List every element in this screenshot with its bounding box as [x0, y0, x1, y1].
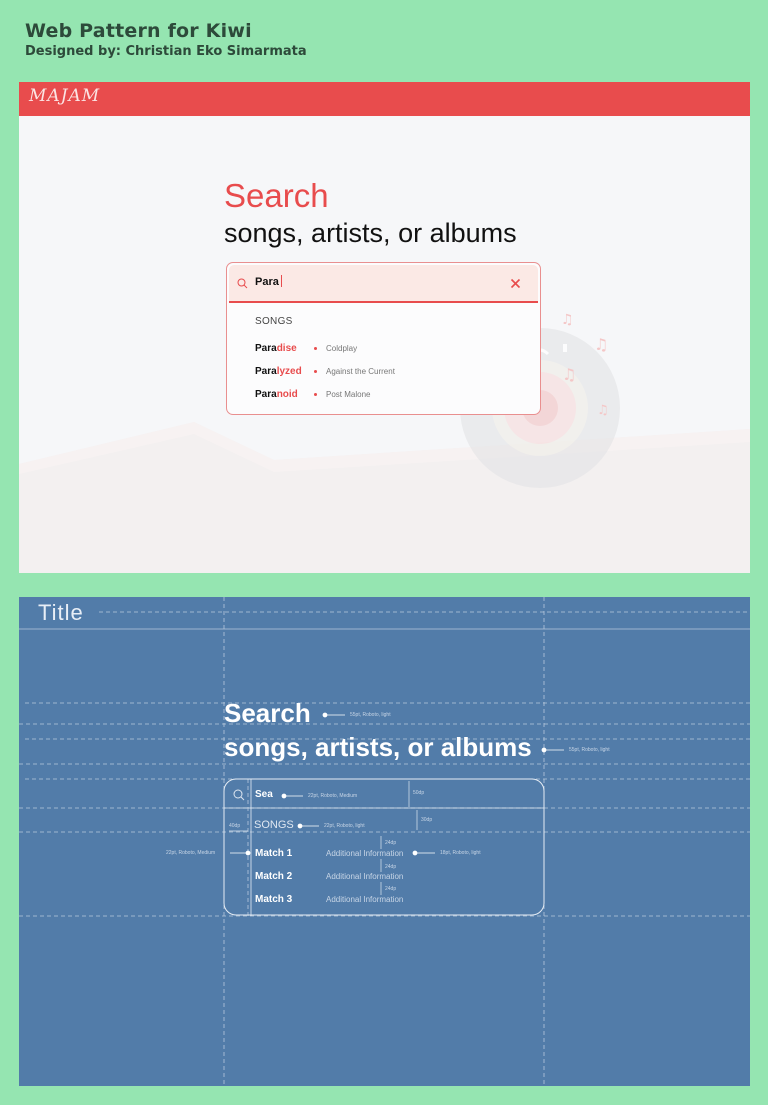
search-icon [233, 789, 245, 801]
search-input[interactable]: Para [255, 275, 282, 288]
songs-section-header: SONGS [255, 316, 293, 327]
separator-dot [314, 370, 317, 373]
annotation-row-gap-3: 24dp [385, 886, 397, 892]
artist-name: Coldplay [326, 344, 358, 353]
annotation-section-spec: 22pt, Roboto, light [324, 823, 365, 829]
text-caret [280, 275, 282, 287]
close-icon[interactable] [510, 276, 521, 294]
separator-dot [314, 347, 317, 350]
annotation-row-gap-1: 24dp [385, 840, 397, 846]
search-field[interactable]: Para [229, 265, 538, 303]
blueprint-search-value: Sea [255, 789, 273, 800]
blueprint-info-1: Additional Information [326, 849, 404, 858]
annotation-row-gap-2: 24dp [385, 864, 397, 870]
annotation-left-margin: 40dp [229, 823, 241, 829]
search-subheading: songs, artists, or albums [224, 218, 517, 248]
blueprint-section-header: SONGS [254, 819, 294, 831]
annotation-subtitle-spec: 55pt, Roboto, light [569, 747, 610, 753]
svg-text:♫: ♫ [594, 335, 608, 354]
svg-text:♫: ♫ [562, 365, 576, 384]
list-item[interactable]: Paradise Coldplay [255, 343, 357, 357]
layout-blueprint: Title Search songs, artists, or albums S… [19, 597, 750, 1086]
blueprint-info-2: Additional Information [326, 872, 404, 881]
search-dropdown-panel: Para SONGS Paradise Coldplay Paralyzed A… [226, 262, 541, 415]
blueprint-match-3: Match 3 [255, 894, 293, 905]
blueprint-title: Title [38, 600, 84, 625]
search-mockup: ♫ ♫ ♫ ♫ MAJAM Search songs, artists, or … [19, 82, 750, 573]
search-heading: Search [224, 177, 329, 214]
list-item[interactable]: Paralyzed Against the Current [255, 366, 395, 380]
song-title: Paradise [255, 343, 297, 354]
blueprint-info-3: Additional Information [326, 895, 404, 904]
annotation-title-spec: 55pt, Roboto, light [350, 712, 391, 718]
artist-name: Against the Current [326, 367, 395, 376]
search-icon [237, 276, 248, 294]
page-title: Web Pattern for Kiwi [25, 20, 252, 42]
artist-name: Post Malone [326, 390, 371, 399]
annotation-field-spec: 22pt, Roboto, Medium [308, 793, 358, 799]
designer-credit: Designed by: Christian Eko Simarmata [25, 44, 307, 59]
blueprint-search-heading: Search [224, 698, 311, 728]
svg-text:♫: ♫ [597, 403, 609, 418]
blueprint-match-1: Match 1 [255, 848, 293, 859]
list-item[interactable]: Paranoid Post Malone [255, 389, 370, 403]
svg-text:♫: ♫ [561, 312, 574, 328]
annotation-field-height: 50dp [413, 790, 425, 796]
blueprint-match-2: Match 2 [255, 871, 293, 882]
blueprint-search-subheading: songs, artists, or albums [224, 732, 532, 762]
annotation-match-spec: 22pt, Roboto, Medium [166, 850, 216, 856]
annotation-section-gap: 30dp [421, 817, 433, 823]
app-logo[interactable]: MAJAM [29, 86, 100, 106]
song-title: Paralyzed [255, 366, 302, 377]
annotation-info-spec: 18pt, Roboto, light [440, 850, 481, 856]
song-title: Paranoid [255, 389, 298, 400]
separator-dot [314, 393, 317, 396]
app-header-bar [19, 82, 750, 116]
